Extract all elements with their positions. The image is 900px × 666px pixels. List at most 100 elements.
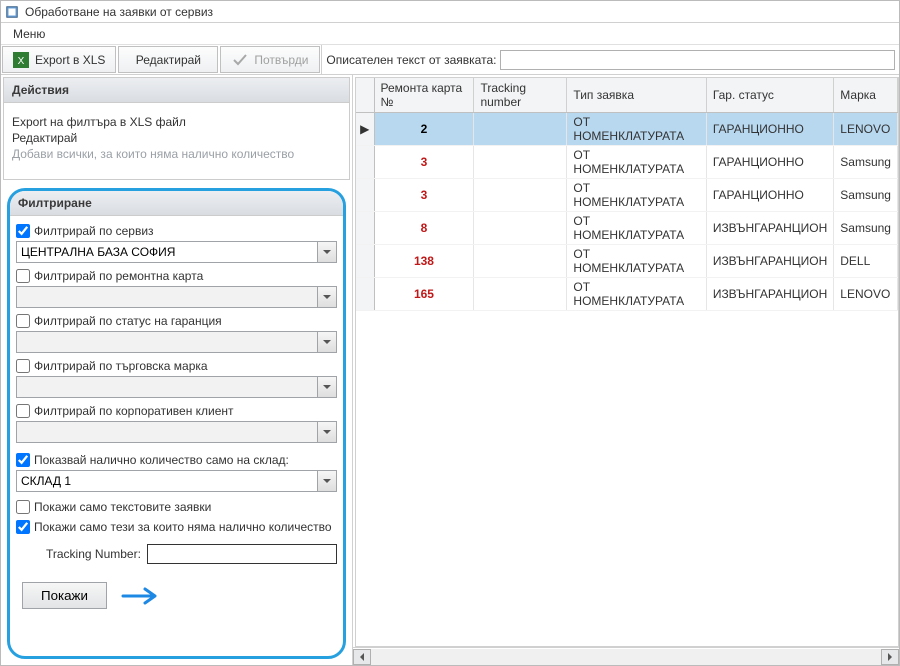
grid-cell[interactable]: ОТ НОМЕНКЛАТУРАТА <box>567 278 706 311</box>
chevron-down-icon[interactable] <box>317 470 337 492</box>
scroll-right-button[interactable] <box>881 649 899 665</box>
right-column: Ремонта карта №Tracking numberТип заявка… <box>353 75 899 665</box>
description-label: Описателен текст от заявката: <box>326 53 496 67</box>
grid-cell[interactable]: ОТ НОМЕНКЛАТУРАТА <box>567 212 706 245</box>
confirm-button: Потвърди <box>220 46 320 73</box>
table-row[interactable]: 8 ОТ НОМЕНКЛАТУРАТАИЗВЪНГАРАНЦИОНSamsung <box>356 212 898 245</box>
filter-by-warranty: Филтрирай по статус на гаранция <box>16 314 337 353</box>
data-grid[interactable]: Ремонта карта №Tracking numberТип заявка… <box>355 77 899 647</box>
table-row[interactable]: 138 ОТ НОМЕНКЛАТУРАТАИЗВЪНГАРАНЦИОНDELL <box>356 245 898 278</box>
grid-cell[interactable]: ГАРАНЦИОННО <box>706 179 833 212</box>
grid-cell[interactable] <box>474 146 567 179</box>
row-indicator <box>356 278 374 311</box>
action-item-1[interactable]: Редактирай <box>12 131 341 145</box>
chevron-down-icon[interactable] <box>317 376 337 398</box>
filter-service-checkbox[interactable] <box>16 224 30 238</box>
grid-cell[interactable] <box>474 245 567 278</box>
filter-corp-combo[interactable] <box>16 421 317 443</box>
filter-card-checkbox[interactable] <box>16 269 30 283</box>
scroll-track[interactable] <box>371 649 881 665</box>
filter-warranty-checkbox[interactable] <box>16 314 30 328</box>
grid-cell[interactable]: 2 <box>374 113 474 146</box>
export-xls-button[interactable]: X Export в XLS <box>2 46 116 73</box>
grid-cell[interactable]: ОТ НОМЕНКЛАТУРАТА <box>567 179 706 212</box>
grid-row-header-blank <box>356 78 374 113</box>
grid-cell[interactable]: ОТ НОМЕНКЛАТУРАТА <box>567 245 706 278</box>
left-column: Действия Export на филтъра в XLS файлРед… <box>1 75 353 665</box>
grid-cell[interactable]: LENOVO <box>834 278 898 311</box>
filter-card-combo[interactable] <box>16 286 317 308</box>
filter-text-only-label: Покажи само текстовите заявки <box>34 500 211 514</box>
grid-cell[interactable]: DELL <box>834 245 898 278</box>
filter-header: Филтриране <box>10 191 343 216</box>
filter-service-combo[interactable] <box>16 241 317 263</box>
svg-text:X: X <box>18 56 25 67</box>
grid-cell[interactable]: 8 <box>374 212 474 245</box>
menu-item-menu[interactable]: Меню <box>7 25 51 43</box>
toolbar: X Export в XLS Редактирай Потвърди Описа… <box>1 45 899 75</box>
filter-text-only-checkbox[interactable] <box>16 500 30 514</box>
chevron-down-icon[interactable] <box>317 286 337 308</box>
grid-col-4[interactable]: Марка <box>834 78 898 113</box>
filter-no-qty-checkbox[interactable] <box>16 520 30 534</box>
grid-cell[interactable]: Samsung <box>834 212 898 245</box>
grid-cell[interactable]: ИЗВЪНГАРАНЦИОН <box>706 212 833 245</box>
check-icon <box>232 52 248 68</box>
grid-col-2[interactable]: Тип заявка <box>567 78 706 113</box>
grid-cell[interactable]: Samsung <box>834 179 898 212</box>
tracking-number-row: Tracking Number: <box>16 540 337 566</box>
tracking-number-label: Tracking Number: <box>46 547 141 561</box>
edit-button[interactable]: Редактирай <box>118 46 218 73</box>
row-indicator <box>356 245 374 278</box>
app-icon <box>5 5 19 19</box>
grid-cell[interactable]: ОТ НОМЕНКЛАТУРАТА <box>567 146 706 179</box>
titlebar: Обработване на заявки от сервиз <box>1 1 899 23</box>
grid-col-3[interactable]: Гар. статус <box>706 78 833 113</box>
chevron-down-icon[interactable] <box>317 331 337 353</box>
table-row[interactable]: ▶2 ОТ НОМЕНКЛАТУРАТАГАРАНЦИОННОLENOVO <box>356 113 898 146</box>
grid-col-1[interactable]: Tracking number <box>474 78 567 113</box>
tracking-number-input[interactable] <box>147 544 337 564</box>
filter-stock-combo[interactable] <box>16 470 317 492</box>
grid-cell[interactable] <box>474 212 567 245</box>
show-button[interactable]: Покажи <box>22 582 107 609</box>
horizontal-scrollbar[interactable] <box>353 647 899 665</box>
arrow-right-icon <box>121 586 165 606</box>
grid-cell[interactable]: Samsung <box>834 146 898 179</box>
grid-cell[interactable]: ОТ НОМЕНКЛАТУРАТА <box>567 113 706 146</box>
filter-warranty-label: Филтрирай по статус на гаранция <box>34 314 222 328</box>
filter-warranty-combo[interactable] <box>16 331 317 353</box>
grid-cell[interactable] <box>474 278 567 311</box>
grid-cell[interactable]: ГАРАНЦИОННО <box>706 146 833 179</box>
chevron-down-icon[interactable] <box>317 241 337 263</box>
window-title: Обработване на заявки от сервиз <box>25 5 213 19</box>
table-row[interactable]: 3 ОТ НОМЕНКЛАТУРАТАГАРАНЦИОННОSamsung <box>356 146 898 179</box>
description-input[interactable] <box>500 50 895 70</box>
chevron-down-icon[interactable] <box>317 421 337 443</box>
row-indicator: ▶ <box>356 113 374 146</box>
filter-brand-checkbox[interactable] <box>16 359 30 373</box>
filter-corp-checkbox[interactable] <box>16 404 30 418</box>
grid-cell[interactable]: ИЗВЪНГАРАНЦИОН <box>706 245 833 278</box>
filter-by-corp: Филтрирай по корпоративен клиент <box>16 404 337 443</box>
filter-stock-checkbox[interactable] <box>16 453 30 467</box>
filter-corp-label: Филтрирай по корпоративен клиент <box>34 404 234 418</box>
filter-by-service: Филтрирай по сервиз <box>16 224 337 263</box>
grid-cell[interactable]: ИЗВЪНГАРАНЦИОН <box>706 278 833 311</box>
table-row[interactable]: 165 ОТ НОМЕНКЛАТУРАТАИЗВЪНГАРАНЦИОНLENOVO <box>356 278 898 311</box>
grid-col-0[interactable]: Ремонта карта № <box>374 78 474 113</box>
grid-cell[interactable] <box>474 179 567 212</box>
table-row[interactable]: 3 ОТ НОМЕНКЛАТУРАТАГАРАНЦИОННОSamsung <box>356 179 898 212</box>
action-item-0[interactable]: Export на филтъра в XLS файл <box>12 115 341 129</box>
action-item-2: Добави всички, за които няма налично кол… <box>12 147 341 161</box>
grid-cell[interactable]: 3 <box>374 179 474 212</box>
grid-cell[interactable]: ГАРАНЦИОННО <box>706 113 833 146</box>
grid-cell[interactable]: 165 <box>374 278 474 311</box>
filter-brand-combo[interactable] <box>16 376 317 398</box>
filter-by-card: Филтрирай по ремонтна карта <box>16 269 337 308</box>
grid-cell[interactable]: 138 <box>374 245 474 278</box>
grid-cell[interactable]: LENOVO <box>834 113 898 146</box>
grid-cell[interactable]: 3 <box>374 146 474 179</box>
scroll-left-button[interactable] <box>353 649 371 665</box>
grid-cell[interactable] <box>474 113 567 146</box>
